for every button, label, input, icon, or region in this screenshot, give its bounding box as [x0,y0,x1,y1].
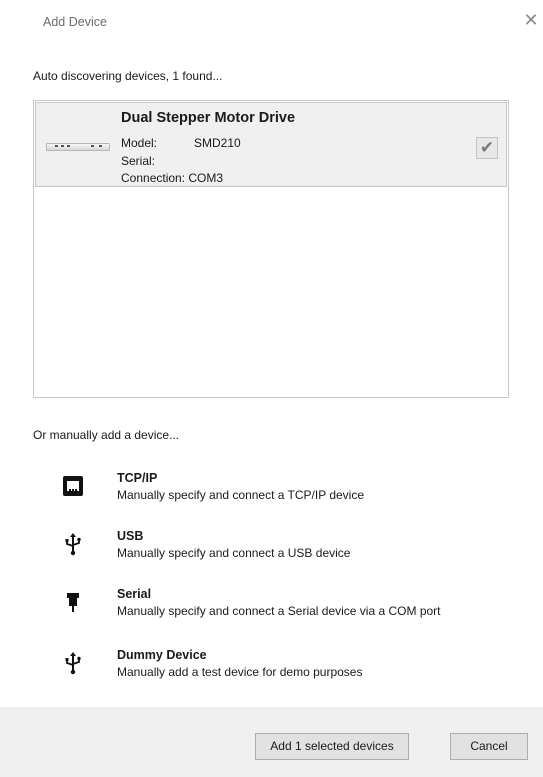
usb-icon [60,531,86,557]
usb-icon [60,650,86,676]
option-description: Manually specify and connect a TCP/IP de… [117,488,365,502]
device-model-label: Model: [121,136,158,150]
serial-connector-icon [60,589,86,615]
ethernet-port-icon [60,473,86,499]
option-serial[interactable]: Serial Manually specify and connect a Se… [60,587,520,627]
option-title: TCP/IP [117,471,158,485]
device-model-value: SMD210 [194,136,241,150]
device-serial-label: Serial: [121,154,156,168]
option-usb[interactable]: USB Manually specify and connect a USB d… [60,529,520,569]
option-description: Manually add a test device for demo purp… [117,665,363,679]
option-description: Manually specify and connect a USB devic… [117,546,351,560]
discovered-device-list[interactable]: Dual Stepper Motor Drive Model: SMD210 S… [33,100,509,398]
option-tcpip[interactable]: TCP/IP Manually specify and connect a TC… [60,471,520,511]
close-icon[interactable]: ✕ [522,11,540,29]
manual-add-header: Or manually add a device... [33,428,180,442]
option-title: Dummy Device [117,648,207,662]
option-title: Serial [117,587,152,601]
add-selected-devices-button[interactable]: Add 1 selected devices [255,733,409,760]
device-name: Dual Stepper Motor Drive [121,110,296,126]
device-select-checkbox[interactable]: ✔ [476,137,498,159]
device-connection: Connection: COM3 [121,171,224,185]
option-title: USB [117,529,144,543]
cancel-button[interactable]: Cancel [450,733,528,760]
device-thumbnail [46,143,110,151]
dialog-title: Add Device [43,15,107,29]
device-row[interactable]: Dual Stepper Motor Drive Model: SMD210 S… [35,102,507,187]
option-description: Manually specify and connect a Serial de… [117,604,441,618]
option-dummy-device[interactable]: Dummy Device Manually add a test device … [60,648,520,688]
discovery-status: Auto discovering devices, 1 found... [33,69,223,83]
